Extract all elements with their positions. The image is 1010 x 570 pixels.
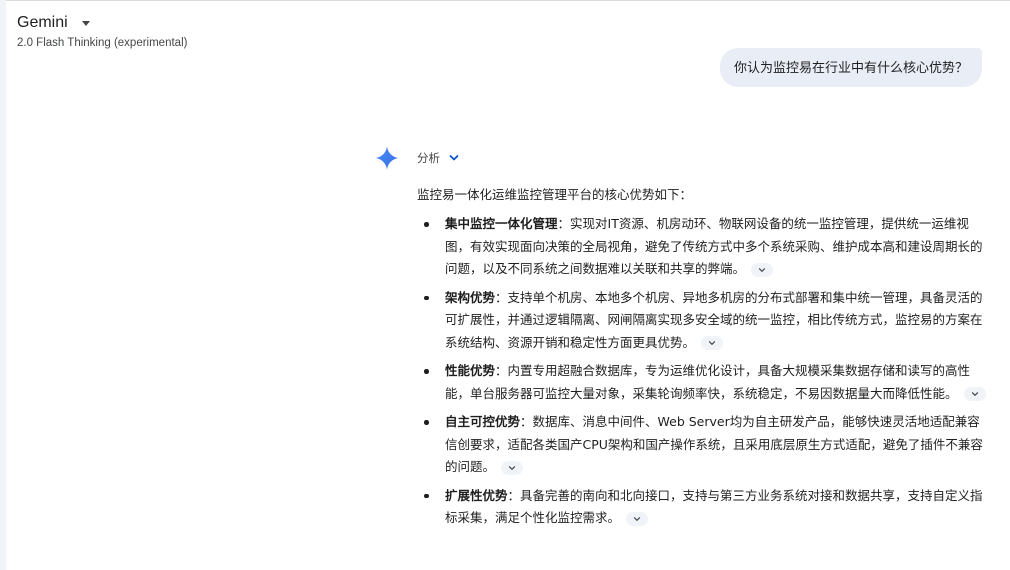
list-item: 性能优势：内置专用超融合数据库，专为运维优化设计，具备大规模采集数据存储和读写的…: [417, 360, 987, 405]
model-subtitle: 2.0 Flash Thinking (experimental): [17, 37, 188, 49]
point-title: 性能优势: [445, 363, 496, 378]
chevron-down-icon: [758, 267, 766, 272]
gemini-sparkle-icon: [375, 146, 399, 170]
user-message-bubble: 你认为监控易在行业中有什么核心优势？: [719, 48, 982, 87]
analysis-toggle[interactable]: 分析: [417, 150, 460, 166]
model-name: Gemini: [17, 14, 68, 31]
source-expand-chip[interactable]: [626, 511, 649, 526]
response-intro: 监控易一体化运维监控管理平台的核心优势如下：: [417, 187, 693, 202]
model-response: 监控易一体化运维监控管理平台的核心优势如下： 集中监控一体化管理：实现对IT资源…: [417, 185, 987, 536]
point-title: 自主可控优势: [445, 414, 521, 429]
chevron-down-icon: [633, 516, 641, 521]
model-picker[interactable]: Gemini: [17, 14, 90, 32]
list-item: 集中监控一体化管理：实现对IT资源、机房动环、物联网设备的统一监控管理，提供统一…: [417, 213, 987, 281]
chevron-down-icon: [971, 392, 978, 397]
point-title: 集中监控一体化管理: [445, 216, 558, 231]
point-title: 扩展性优势: [445, 487, 508, 503]
list-item: 架构优势：支持单个机房、本地多个机房、异地多机房的分布式部署和集中统一管理，具备…: [417, 287, 987, 355]
chevron-down-icon: [449, 155, 459, 161]
point-title: 架构优势: [445, 289, 496, 305]
source-expand-chip[interactable]: [963, 387, 986, 401]
chevron-down-icon: [708, 341, 716, 346]
analysis-label: 分析: [417, 151, 440, 165]
point-text: ：内置专用超融合数据库，专为运维优化设计，具备大规模采集数据存储和读写的高性能，…: [445, 363, 971, 401]
chevron-down-icon: [508, 465, 516, 470]
list-item: 自主可控优势：数据库、消息中间件、Web Server均为自主研发产品，能够快速…: [417, 411, 987, 479]
top-divider: [0, 0, 1010, 1]
list-item: 扩展性优势：具备完善的南向和北向接口，支持与第三方业务系统对接和数据共享，支持自…: [417, 485, 987, 530]
caret-down-icon: [81, 20, 90, 26]
side-rail-edge: [0, 0, 6, 570]
point-text: ：具备完善的南向和北向接口，支持与第三方业务系统对接和数据共享，支持自定义指标采…: [445, 487, 983, 526]
source-expand-chip[interactable]: [501, 460, 524, 475]
source-expand-chip[interactable]: [751, 262, 774, 277]
point-text: ：数据库、消息中间件、Web Server均为自主研发产品，能够快速灵活地适配兼…: [445, 414, 983, 474]
source-expand-chip[interactable]: [701, 336, 724, 350]
advantages-list: 集中监控一体化管理：实现对IT资源、机房动环、物联网设备的统一监控管理，提供统一…: [417, 213, 987, 530]
